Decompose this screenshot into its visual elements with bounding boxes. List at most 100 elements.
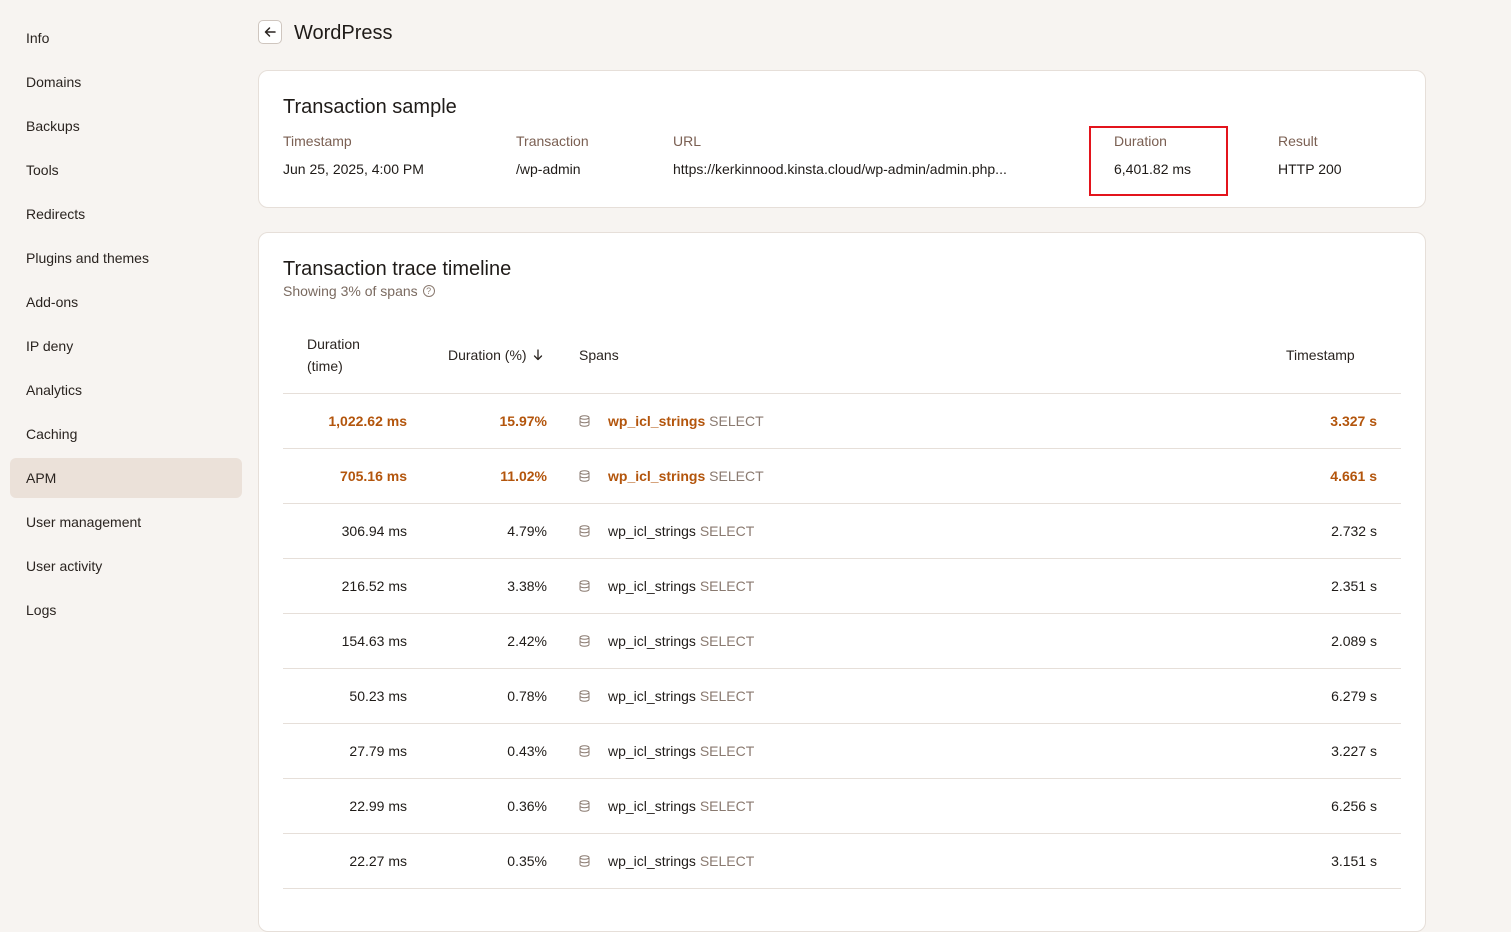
span-operation: SELECT (699, 688, 755, 704)
table-row[interactable]: 705.16 ms 11.02% wp_icl_strings SELECT 4.66… (283, 449, 1401, 504)
row-duration: 50.23 ms (349, 688, 407, 704)
row-duration-pct: 2.42% (507, 633, 547, 649)
span-operation: SELECT (709, 468, 764, 484)
span-name: wp_icl_strings (608, 743, 696, 759)
row-span: wp_icl_strings SELECT (608, 449, 764, 503)
row-duration: 154.63 ms (341, 633, 407, 649)
row-timestamp: 6.256 s (1331, 798, 1377, 814)
span-name: wp_icl_strings (608, 633, 696, 649)
span-name: wp_icl_strings (608, 523, 696, 539)
sidebar-item-domains[interactable]: Domains (10, 62, 242, 102)
span-operation: SELECT (699, 743, 755, 759)
row-timestamp: 3.227 s (1331, 743, 1377, 759)
row-span: wp_icl_strings SELECT (608, 779, 754, 833)
arrow-left-icon (264, 27, 276, 37)
span-operation: SELECT (709, 413, 764, 429)
span-operation: SELECT (699, 853, 755, 869)
row-timestamp: 2.351 s (1331, 578, 1377, 594)
duration-label: Duration (1114, 133, 1167, 149)
row-span: wp_icl_strings SELECT (608, 559, 754, 613)
back-button[interactable] (258, 20, 282, 44)
result-value: HTTP 200 (1278, 161, 1342, 177)
span-name: wp_icl_strings (608, 468, 706, 484)
page-title: WordPress (294, 22, 393, 44)
row-duration-pct: 0.35% (507, 853, 547, 869)
url-value: https://kerkinnood.kinsta.cloud/wp-admin… (673, 161, 1007, 177)
span-name: wp_icl_strings (608, 798, 696, 814)
database-icon (579, 724, 593, 778)
sidebar: Info Domains Backups Tools Redirects Plu… (0, 0, 252, 863)
sidebar-item-add-ons[interactable]: Add-ons (10, 282, 242, 322)
span-name: wp_icl_strings (608, 853, 696, 869)
span-name: wp_icl_strings (608, 413, 706, 429)
database-icon (579, 504, 593, 558)
sidebar-item-redirects[interactable]: Redirects (10, 194, 242, 234)
sidebar-item-plugins-and-themes[interactable]: Plugins and themes (10, 238, 242, 278)
column-header-duration-time[interactable]: Duration (time) (307, 333, 360, 377)
row-duration: 1,022.62 ms (328, 413, 407, 429)
column-header-timestamp[interactable]: Timestamp (1286, 344, 1355, 366)
transaction-trace-card: Transaction trace timeline Showing 3% of… (258, 232, 1426, 932)
url-label: URL (673, 133, 702, 149)
row-duration: 705.16 ms (340, 468, 407, 484)
row-timestamp: 3.327 s (1330, 413, 1377, 429)
sidebar-item-tools[interactable]: Tools (10, 150, 242, 190)
table-row[interactable]: 1,022.62 ms 15.97% wp_icl_strings SELECT 3.… (283, 394, 1401, 449)
sidebar-item-caching[interactable]: Caching (10, 414, 242, 454)
sidebar-item-backups[interactable]: Backups (10, 106, 242, 146)
sidebar-item-analytics[interactable]: Analytics (10, 370, 242, 410)
column-header-duration-line1: Duration (307, 336, 360, 352)
row-span: wp_icl_strings SELECT (608, 669, 754, 723)
database-icon (579, 834, 593, 888)
table-row[interactable]: 22.99 ms 0.36% wp_icl_strings SELECT 6.256 … (283, 779, 1401, 834)
row-duration: 22.99 ms (349, 798, 407, 814)
database-icon (579, 394, 593, 448)
help-icon[interactable]: ? (422, 285, 435, 297)
span-operation: SELECT (699, 798, 755, 814)
sidebar-item-user-activity[interactable]: User activity (10, 546, 242, 586)
table-row[interactable]: 154.63 ms 2.42% wp_icl_strings SELECT 2.089… (283, 614, 1401, 669)
timestamp-label: Timestamp (283, 133, 352, 149)
row-span: wp_icl_strings SELECT (608, 724, 754, 778)
row-span: wp_icl_strings SELECT (608, 504, 754, 558)
row-span: wp_icl_strings SELECT (608, 394, 764, 448)
column-header-duration-pct[interactable]: Duration (%) (448, 344, 543, 366)
row-timestamp: 6.279 s (1331, 688, 1377, 704)
row-span: wp_icl_strings SELECT (608, 614, 754, 668)
spans-shown-text: Showing 3% of spans (283, 283, 418, 299)
span-name: wp_icl_strings (608, 688, 696, 704)
database-icon (579, 449, 593, 503)
result-label: Result (1278, 133, 1318, 149)
transaction-label: Transaction (516, 133, 589, 149)
span-operation: SELECT (699, 578, 755, 594)
row-duration-pct: 3.38% (507, 578, 547, 594)
sidebar-item-user-management[interactable]: User management (10, 502, 242, 542)
sidebar-item-ip-deny[interactable]: IP deny (10, 326, 242, 366)
sort-descending-icon (533, 349, 542, 361)
row-duration: 27.79 ms (349, 743, 407, 759)
table-row[interactable]: 22.27 ms 0.35% wp_icl_strings SELECT 3.151 … (283, 834, 1401, 889)
database-icon (579, 559, 593, 613)
table-row[interactable]: 216.52 ms 3.38% wp_icl_strings SELECT 2.351… (283, 559, 1401, 614)
span-name: wp_icl_strings (608, 578, 696, 594)
sidebar-item-apm[interactable]: APM (10, 458, 242, 498)
row-duration: 216.52 ms (341, 578, 407, 594)
sidebar-item-logs[interactable]: Logs (10, 590, 242, 630)
trace-title: Transaction trace timeline (283, 258, 512, 280)
table-row[interactable]: 306.94 ms 4.79% wp_icl_strings SELECT 2.732… (283, 504, 1401, 559)
sidebar-item-info[interactable]: Info (10, 18, 242, 58)
row-timestamp: 3.151 s (1331, 853, 1377, 869)
transaction-sample-card: Transaction sample Timestamp Jun 25, 202… (258, 70, 1426, 208)
duration-value: 6,401.82 ms (1114, 161, 1192, 177)
row-duration-pct: 0.43% (507, 743, 547, 759)
transaction-value: /wp-admin (516, 161, 581, 177)
span-operation: SELECT (699, 523, 755, 539)
row-duration: 306.94 ms (341, 523, 407, 539)
column-header-duration-pct-label: Duration (%) (448, 347, 527, 363)
row-timestamp: 2.732 s (1331, 523, 1377, 539)
row-duration: 22.27 ms (349, 853, 407, 869)
table-row[interactable]: 27.79 ms 0.43% wp_icl_strings SELECT 3.227 … (283, 724, 1401, 779)
table-row[interactable]: 50.23 ms 0.78% wp_icl_strings SELECT 6.279 … (283, 669, 1401, 724)
transaction-sample-title: Transaction sample (283, 96, 457, 118)
column-header-spans[interactable]: Spans (579, 344, 619, 366)
